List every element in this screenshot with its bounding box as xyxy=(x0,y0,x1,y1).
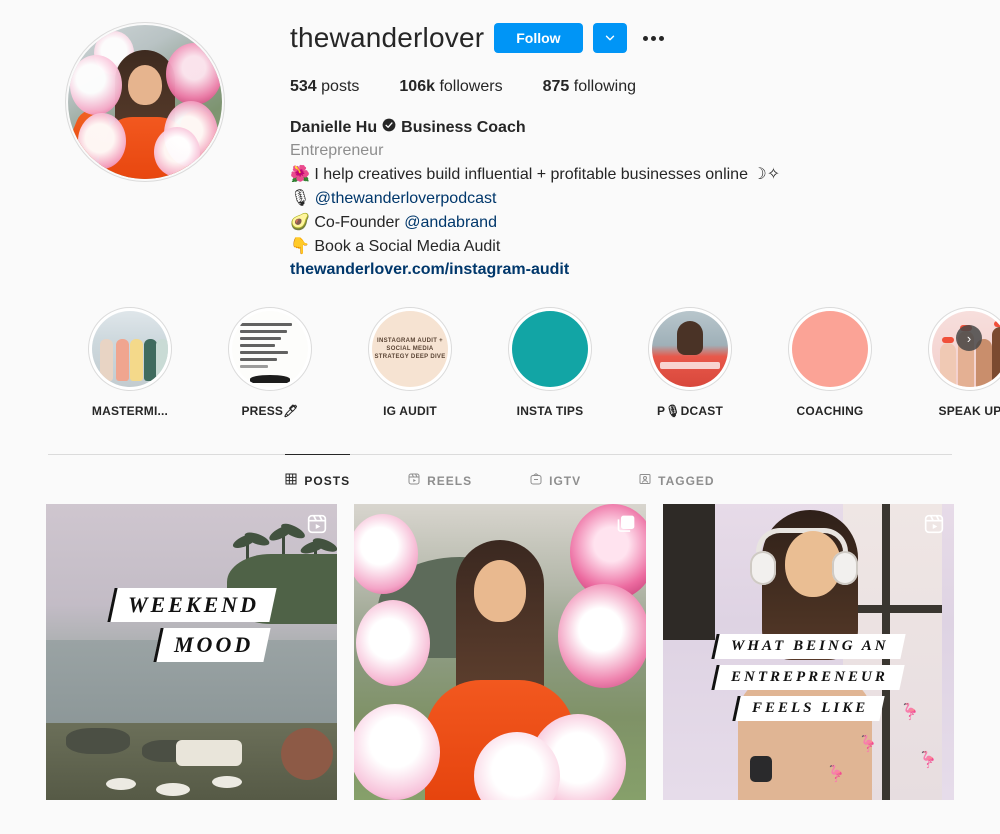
instagram-profile-page: thewanderlover Follow 534 posts 106k fol… xyxy=(0,0,1000,834)
reels-icon xyxy=(924,514,944,539)
highlight-label: INSTA TIPS xyxy=(516,404,584,418)
highlight-speak-up[interactable]: SPEAK UP xyxy=(928,307,1000,418)
content-tabs: POSTS REELS IGTV TAGGED xyxy=(48,454,952,504)
mention-andabrand[interactable]: @andabrand xyxy=(404,214,497,231)
highlight-label: PRESS🖊 xyxy=(241,404,299,418)
post-caption-line: FEELS LIKE xyxy=(732,696,885,721)
bio-line-2: 🎙 @thewanderloverpodcast xyxy=(290,186,960,210)
highlights-next-button[interactable]: › xyxy=(956,325,982,351)
stat-following-label: following xyxy=(573,78,637,95)
bio-line-1-text: I help creatives build influential + pro… xyxy=(314,166,781,183)
highlight-podcast[interactable]: P🎙DCAST xyxy=(648,307,732,418)
bio-line-3-text: Co-Founder xyxy=(314,214,405,231)
post-thumbnail-2[interactable] xyxy=(354,504,646,800)
pointing-down-icon: 👇 xyxy=(290,236,310,255)
highlight-label: SPEAK UP xyxy=(938,404,1000,418)
stats-row: 534 posts 106k followers 875 following xyxy=(290,78,960,96)
stat-following[interactable]: 875 following xyxy=(543,78,636,96)
more-options-icon[interactable] xyxy=(637,23,670,53)
avocado-icon: 🥑 xyxy=(290,212,310,231)
post-caption-line: WEEKEND xyxy=(107,588,277,622)
highlight-ig-audit[interactable]: INSTAGRAM AUDIT + SOCIAL MEDIA STRATEGY … xyxy=(368,307,452,418)
post-thumbnail-1[interactable]: WEEKEND MOOD xyxy=(46,504,338,800)
highlight-cover-text: INSTAGRAM AUDIT + SOCIAL MEDIA STRATEGY … xyxy=(374,338,446,360)
stat-following-value: 875 xyxy=(542,78,570,95)
full-name-row: Danielle Hu Business Coach xyxy=(290,116,960,139)
highlight-label: MASTERMI... xyxy=(91,404,169,418)
reels-icon xyxy=(307,514,327,539)
stat-followers-value: 106k xyxy=(399,78,435,95)
avatar-column xyxy=(0,12,290,281)
stat-followers-label: followers xyxy=(439,78,503,95)
highlight-cover-insta-tips xyxy=(512,311,588,387)
full-name: Danielle Hu xyxy=(290,119,378,136)
highlight-press[interactable]: PRESS🖊 xyxy=(228,307,312,418)
highlight-cover-mastermind xyxy=(92,311,168,387)
bio-line-1: 🌺 I help creatives build influential + p… xyxy=(290,162,960,186)
reels-icon xyxy=(408,473,420,488)
highlight-ring xyxy=(228,307,312,391)
highlight-label: IG AUDIT xyxy=(383,404,437,418)
tab-label: REELS xyxy=(427,473,473,488)
tab-label: POSTS xyxy=(304,473,351,488)
stat-posts-label: posts xyxy=(321,78,360,95)
grid-icon xyxy=(285,473,297,488)
post-grid: WEEKEND MOOD 🦩 🦩 🦩 🦩 WHAT BEING AN ENTRE… xyxy=(0,504,1000,800)
tab-tagged[interactable]: TAGGED xyxy=(639,454,714,504)
highlight-label: P🎙DCAST xyxy=(657,404,723,418)
highlight-mastermind[interactable]: MASTERMI... xyxy=(88,307,172,418)
stat-followers[interactable]: 106k followers xyxy=(399,78,502,96)
profile-header: thewanderlover Follow 534 posts 106k fol… xyxy=(0,0,1000,281)
chevron-down-icon[interactable] xyxy=(592,23,627,53)
igtv-icon xyxy=(530,473,542,488)
category-label: Entrepreneur xyxy=(290,142,384,159)
follow-button[interactable]: Follow xyxy=(494,23,583,53)
highlight-cover-press xyxy=(232,311,308,387)
highlight-coaching[interactable]: COACHING xyxy=(788,307,872,418)
page-title: thewanderlover xyxy=(290,22,485,53)
tab-posts[interactable]: POSTS xyxy=(285,454,351,504)
microphone-icon: 🎙 xyxy=(290,188,311,207)
post-caption-line: ENTREPRENEUR xyxy=(711,665,905,690)
bio-line-4: 👇 Book a Social Media Audit xyxy=(290,234,960,258)
story-highlights: MASTERMI... PRESS🖊 INSTAGRAM AUDIT + SOC… xyxy=(0,281,1000,418)
highlight-cover-podcast xyxy=(652,311,728,387)
highlight-ring xyxy=(88,307,172,391)
highlight-ring: INSTAGRAM AUDIT + SOCIAL MEDIA STRATEGY … xyxy=(368,307,452,391)
highlight-ring xyxy=(788,307,872,391)
post-caption-line: MOOD xyxy=(152,628,271,662)
avatar[interactable] xyxy=(65,22,225,182)
hibiscus-icon: 🌺 xyxy=(290,164,310,183)
website-link[interactable]: thewanderlover.com/instagram-audit xyxy=(290,261,569,278)
tagged-icon xyxy=(639,473,651,488)
tab-label: IGTV xyxy=(549,473,582,488)
tab-igtv[interactable]: IGTV xyxy=(530,454,581,504)
tabs-divider: POSTS REELS IGTV TAGGED xyxy=(48,454,952,504)
highlight-ring xyxy=(648,307,732,391)
highlight-cover-coaching xyxy=(792,311,868,387)
highlight-cover-ig-audit: INSTAGRAM AUDIT + SOCIAL MEDIA STRATEGY … xyxy=(372,311,448,387)
bio-line-4-text: Book a Social Media Audit xyxy=(314,238,501,255)
bio-section: Danielle Hu Business Coach Entrepreneur … xyxy=(290,116,960,281)
mention-thewanderloverpodcast[interactable]: @thewanderloverpodcast xyxy=(315,190,497,207)
post-caption-line: WHAT BEING AN xyxy=(711,634,906,659)
highlight-ring xyxy=(508,307,592,391)
carousel-icon xyxy=(616,514,636,539)
profile-info: thewanderlover Follow 534 posts 106k fol… xyxy=(290,12,1000,281)
highlight-label: COACHING xyxy=(796,404,864,418)
title-suffix: Business Coach xyxy=(401,119,526,136)
post-thumbnail-3[interactable]: 🦩 🦩 🦩 🦩 WHAT BEING AN ENTREPRENEUR FEELS… xyxy=(662,504,954,800)
tab-reels[interactable]: REELS xyxy=(408,454,472,504)
stat-posts[interactable]: 534 posts xyxy=(290,78,359,96)
username-row: thewanderlover Follow xyxy=(290,16,960,60)
bio-line-3: 🥑 Co-Founder @andabrand xyxy=(290,210,960,234)
stat-posts-value: 534 xyxy=(290,78,317,95)
highlight-insta-tips[interactable]: INSTA TIPS xyxy=(508,307,592,418)
verified-badge-icon xyxy=(382,116,396,139)
tab-label: TAGGED xyxy=(658,473,715,488)
avatar-image xyxy=(68,25,222,179)
